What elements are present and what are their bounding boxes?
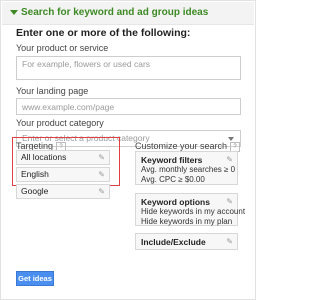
keyword-filters-card[interactable]: Keyword filters Avg. monthly searches ≥ … [135, 151, 238, 185]
targeting-item-language[interactable]: English ✎ [16, 167, 110, 182]
customize-label-text: Customize your search [135, 141, 228, 151]
keyword-options-title: Keyword options [141, 197, 210, 207]
pencil-icon[interactable]: ✎ [98, 187, 105, 197]
section-header-title: Search for keyword and ad group ideas [21, 7, 209, 18]
pencil-icon[interactable]: ✎ [226, 197, 233, 207]
targeting-item-location[interactable]: All locations ✎ [16, 150, 110, 165]
triangle-down-icon [10, 10, 18, 15]
targeting-item-label: English [21, 169, 49, 179]
targeting-item-network[interactable]: Google ✎ [16, 184, 110, 199]
keyword-filters-title: Keyword filters [141, 155, 203, 165]
keyword-filters-line: Avg. monthly searches ≥ 0 [141, 165, 236, 174]
product-input[interactable] [16, 56, 241, 80]
pencil-icon[interactable]: ✎ [226, 237, 233, 247]
get-ideas-button[interactable]: Get ideas [16, 271, 54, 286]
form-instructions: Enter one or more of the following: [16, 27, 191, 39]
category-label: Your product category [16, 118, 104, 128]
section-header[interactable]: Search for keyword and ad group ideas [2, 2, 254, 25]
keyword-filters-line: Avg. CPC ≥ $0.00 [141, 175, 205, 184]
targeting-item-label: All locations [21, 152, 67, 162]
landing-page-label: Your landing page [16, 86, 89, 96]
keyword-options-line: Hide keywords in my plan [141, 217, 233, 226]
keyword-options-line: Hide keywords in my account [141, 207, 246, 216]
include-exclude-card[interactable]: Include/Exclude ✎ [135, 233, 238, 250]
pencil-icon[interactable]: ✎ [226, 155, 233, 165]
keyword-options-card[interactable]: Keyword options Hide keywords in my acco… [135, 193, 246, 226]
landing-page-input[interactable] [16, 98, 241, 115]
pencil-icon[interactable]: ✎ [98, 153, 105, 163]
pencil-icon[interactable]: ✎ [98, 170, 105, 180]
include-exclude-title: Include/Exclude [141, 237, 206, 247]
product-label: Your product or service [16, 43, 109, 53]
targeting-item-label: Google [21, 186, 49, 196]
keyword-planner-panel: Search for keyword and ad group ideas En… [0, 0, 256, 300]
